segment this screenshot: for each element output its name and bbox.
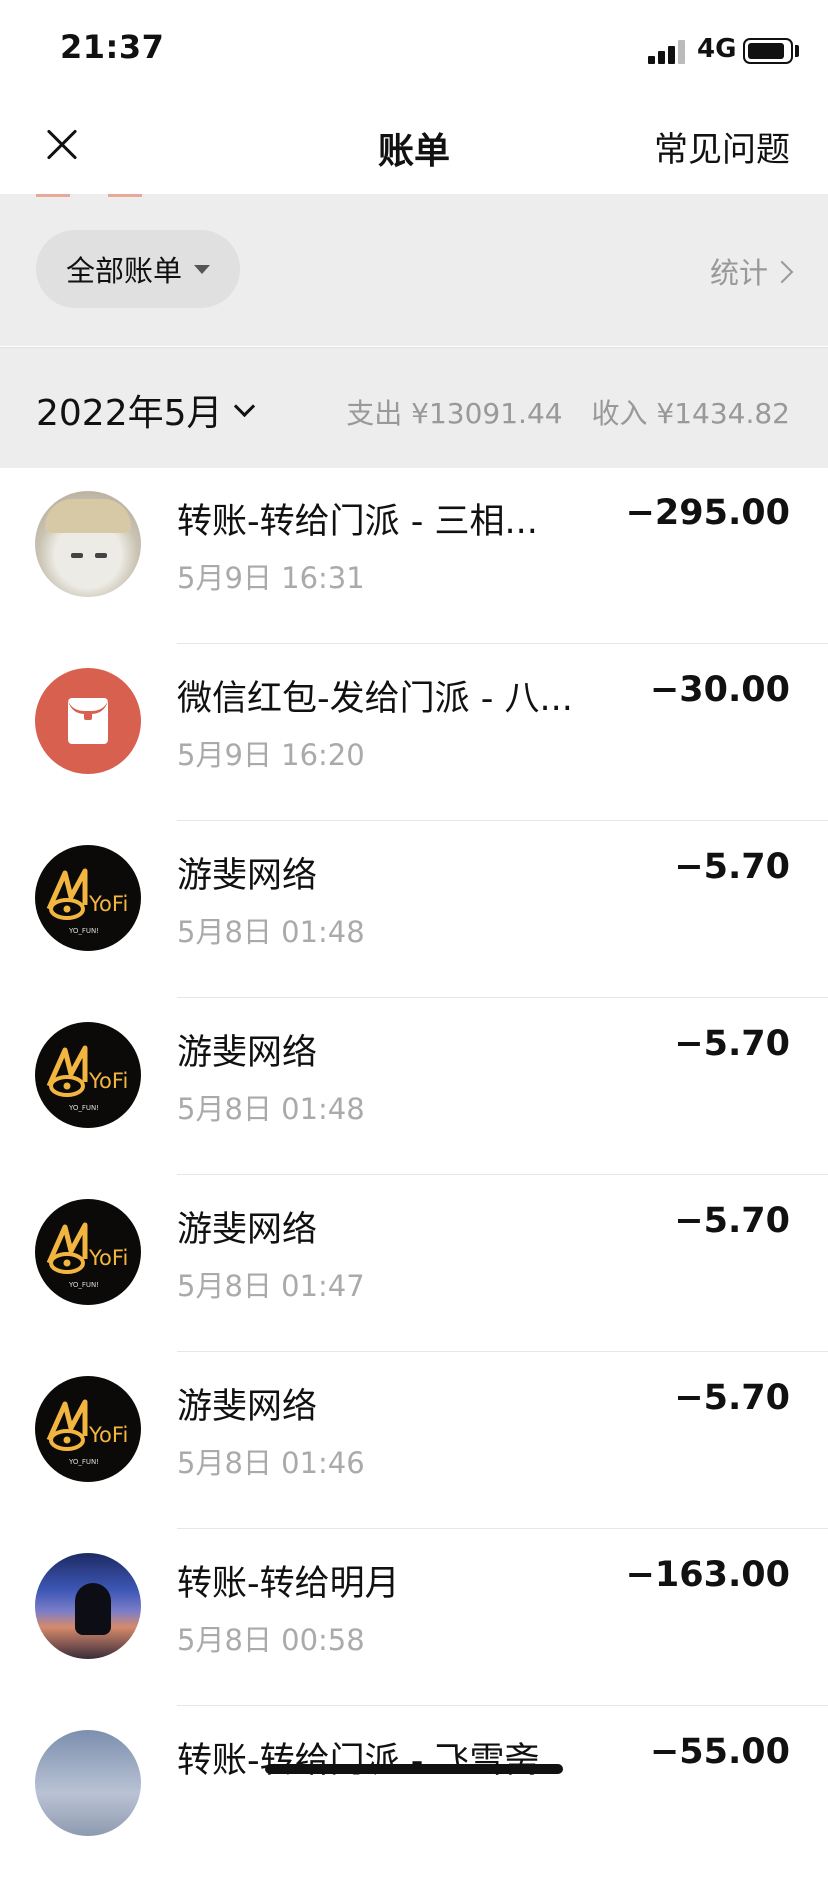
month-header: 2022年5月 支出 ¥13091.44 收入 ¥1434.82 [0, 347, 828, 468]
transaction-title: 游斐网络 [177, 1033, 318, 1073]
month-selector[interactable]: 2022年5月 [36, 384, 255, 436]
transaction-time: 5月8日 01:46 [177, 1446, 365, 1480]
filter-bar: 全部账单 统计 [0, 194, 828, 346]
svg-text:YO_FUN!: YO_FUN! [68, 1104, 99, 1112]
yofi-logo: YoFi YO_FUN! [35, 1022, 141, 1128]
nav-bar: 账单 常见问题 [0, 100, 828, 194]
transaction-row[interactable]: 转账-转给门派 - 三相... 5月9日 16:31 −295.00 [0, 467, 828, 644]
month-expense: 支出 ¥13091.44 [346, 397, 563, 430]
svg-text:YoFi: YoFi [88, 1069, 128, 1093]
status-bar: 21:37 4G [0, 0, 828, 100]
transaction-row[interactable]: YoFi YO_FUN! 游斐网络 5月8日 01:48 −5.70 [0, 821, 828, 998]
transaction-time: 5月8日 01:48 [177, 1092, 365, 1126]
statistics-link[interactable]: 统计 [709, 250, 794, 292]
svg-text:YO_FUN!: YO_FUN! [68, 1281, 99, 1289]
battery-icon [743, 38, 793, 64]
transaction-amount: −295.00 [625, 493, 790, 533]
transaction-time: 5月8日 00:58 [177, 1623, 365, 1657]
sunset-avatar [35, 1553, 141, 1659]
transaction-row[interactable]: YoFi YO_FUN! 游斐网络 5月8日 01:46 −5.70 [0, 1352, 828, 1529]
bill-filter-dropdown[interactable]: 全部账单 [36, 230, 240, 308]
transaction-list: 转账-转给门派 - 三相... 5月9日 16:31 −295.00 微信红包-… [0, 467, 828, 1883]
transaction-time: 5月9日 16:31 [177, 561, 365, 595]
transaction-title: 转账-转给明月 [177, 1564, 400, 1604]
month-summary: 支出 ¥13091.44 收入 ¥1434.82 [326, 392, 790, 432]
svg-text:YO_FUN!: YO_FUN! [68, 927, 99, 935]
transaction-amount: −5.70 [674, 1024, 790, 1064]
transaction-amount: −5.70 [674, 1201, 790, 1241]
yofi-logo: YoFi YO_FUN! [35, 845, 141, 951]
transaction-title: 转账-转给门派 - 三相... [177, 502, 538, 542]
chevron-right-icon [770, 260, 794, 284]
signal-icon [648, 38, 688, 64]
transaction-row[interactable]: 转账-转给明月 5月8日 00:58 −163.00 [0, 1529, 828, 1706]
transaction-amount: −55.00 [649, 1732, 790, 1772]
transaction-amount: −5.70 [674, 847, 790, 887]
transaction-amount: −163.00 [625, 1555, 790, 1595]
transaction-amount: −5.70 [674, 1378, 790, 1418]
yofi-logo: YoFi YO_FUN! [35, 1376, 141, 1482]
transaction-row[interactable]: 转账-转给门派 - 飞雪斋 −55.00 [0, 1706, 828, 1883]
transaction-title: 游斐网络 [177, 1387, 318, 1427]
transaction-time: 5月8日 01:48 [177, 915, 365, 949]
home-indicator[interactable] [265, 1764, 563, 1774]
transaction-title: 转账-转给门派 - 飞雪斋 [177, 1741, 540, 1781]
transaction-time: 5月9日 16:20 [177, 738, 365, 772]
transaction-row[interactable]: YoFi YO_FUN! 游斐网络 5月8日 01:48 −5.70 [0, 998, 828, 1175]
svg-text:YoFi: YoFi [88, 892, 128, 916]
month-income: 收入 ¥1434.82 [591, 397, 790, 430]
battery-cap [795, 45, 799, 57]
faq-link[interactable]: 常见问题 [654, 122, 790, 171]
sky-avatar [35, 1730, 141, 1836]
month-label: 2022年5月 [36, 393, 223, 434]
transaction-title: 微信红包-发给门派 - 八... [177, 679, 573, 719]
bill-filter-label: 全部账单 [65, 254, 182, 288]
peek-mark [36, 194, 70, 197]
transaction-title: 游斐网络 [177, 1210, 318, 1250]
transaction-time: 5月8日 01:47 [177, 1269, 365, 1303]
svg-text:YoFi: YoFi [88, 1423, 128, 1447]
transaction-amount: −30.00 [649, 670, 790, 710]
svg-text:YoFi: YoFi [88, 1246, 128, 1270]
transaction-row[interactable]: 微信红包-发给门派 - 八... 5月9日 16:20 −30.00 [0, 644, 828, 821]
ghost-avatar [35, 491, 141, 597]
yofi-logo: YoFi YO_FUN! [35, 1199, 141, 1305]
caret-down-icon [194, 264, 210, 274]
status-time: 21:37 [60, 28, 165, 66]
statistics-label: 统计 [709, 256, 768, 290]
network-type: 4G [697, 34, 737, 64]
transaction-title: 游斐网络 [177, 856, 318, 896]
peek-mark [108, 194, 142, 197]
red-packet-icon [35, 668, 141, 774]
transaction-row[interactable]: YoFi YO_FUN! 游斐网络 5月8日 01:47 −5.70 [0, 1175, 828, 1352]
chevron-down-icon [233, 395, 255, 417]
svg-text:YO_FUN!: YO_FUN! [68, 1458, 99, 1466]
